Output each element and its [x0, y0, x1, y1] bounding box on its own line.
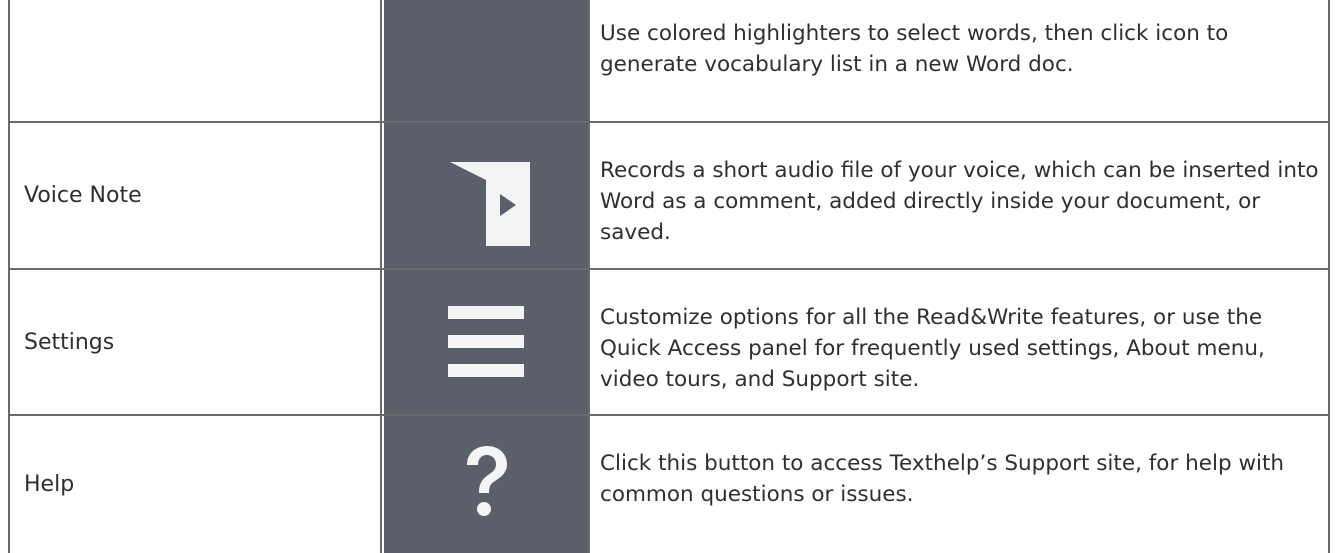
voice-note-icon: [450, 161, 530, 246]
feature-description: Click this button to access Texthelp’s S…: [588, 416, 1328, 553]
table-row: Settings Customize options for all the R…: [10, 270, 1328, 416]
feature-name: Voice Note: [10, 123, 382, 268]
table-row: Use colored highlighters to select words…: [10, 0, 1328, 123]
feature-name: Settings: [10, 270, 382, 414]
question-mark-icon: [467, 445, 507, 516]
table-row: Voice Note Records a short audio file of…: [10, 123, 1328, 270]
settings-button[interactable]: [384, 270, 588, 414]
feature-name: Help: [10, 416, 382, 553]
feature-name: [10, 0, 382, 121]
hamburger-menu-icon: [448, 306, 524, 377]
feature-description: Records a short audio file of your voice…: [588, 123, 1328, 268]
vocabulary-button[interactable]: [384, 0, 588, 121]
feature-description: Use colored highlighters to select words…: [588, 0, 1328, 121]
voice-note-button[interactable]: [384, 123, 588, 268]
feature-description: Customize options for all the Read&Write…: [588, 270, 1328, 414]
help-button[interactable]: [384, 416, 588, 553]
table-row: Help Click this button to access Texthel…: [10, 416, 1328, 553]
feature-table: Use colored highlighters to select words…: [8, 0, 1330, 553]
